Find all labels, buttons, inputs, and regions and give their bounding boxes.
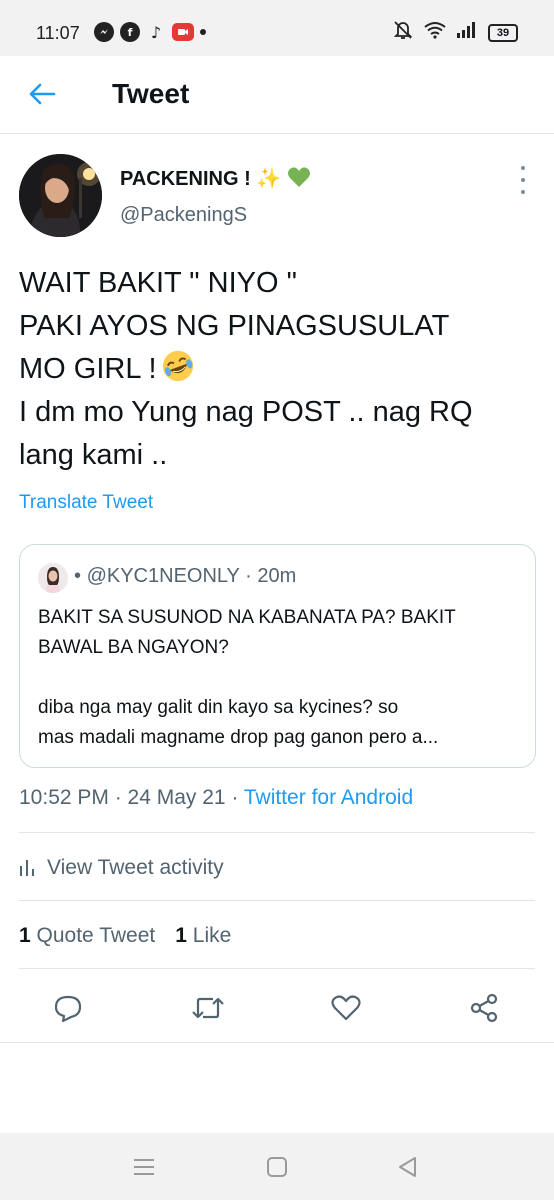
timestamp-text: 10:52 PM · 24 May 21 · bbox=[19, 786, 244, 809]
meta-separator: · bbox=[245, 565, 252, 587]
likes-stat[interactable]: 1 Like bbox=[175, 924, 231, 948]
home-square-icon bbox=[267, 1157, 287, 1177]
screen-recorder-icon bbox=[172, 23, 194, 41]
quoted-handle: @KYC1NEONLY bbox=[86, 565, 240, 587]
reply-icon bbox=[54, 995, 82, 1023]
like-icon bbox=[331, 995, 361, 1021]
facebook-icon: f bbox=[120, 22, 140, 42]
quote-count: 1 bbox=[19, 924, 31, 947]
source-link[interactable]: Twitter for Android bbox=[244, 786, 413, 809]
status-bar: 11:07 f ♪ 39 bbox=[0, 0, 554, 56]
page-title: Tweet bbox=[112, 78, 190, 109]
back-arrow-icon bbox=[29, 83, 56, 105]
tweet-line-with-emoji: MO GIRL ! bbox=[19, 348, 539, 391]
mute-icon bbox=[392, 20, 414, 45]
divider bbox=[19, 900, 535, 901]
like-button[interactable] bbox=[324, 986, 368, 1030]
quoted-line: diba nga may galit din kayo sa kycines? … bbox=[38, 697, 399, 718]
system-navigation-bar bbox=[0, 1133, 554, 1200]
notification-dot-icon bbox=[200, 29, 206, 35]
more-options-button[interactable] bbox=[510, 166, 536, 194]
tweet-stats: 1 Quote Tweet 1 Like bbox=[19, 924, 231, 948]
status-time: 11:07 bbox=[36, 23, 80, 43]
dot-icon bbox=[521, 166, 525, 170]
author-avatar[interactable] bbox=[19, 154, 102, 237]
sparkles-icon: ✨ bbox=[256, 168, 282, 190]
tweet-timestamp: 10:52 PM · 24 May 21 · Twitter for Andro… bbox=[19, 786, 413, 810]
divider bbox=[19, 968, 535, 969]
quoted-tweet-meta: • @KYC1NEONLY · 20m bbox=[74, 565, 296, 588]
tweet-text: WAIT BAKIT " NIYO " PAKI AYOS NG PINAGSU… bbox=[19, 262, 539, 477]
author-name[interactable]: PACKENING ! ✨ bbox=[120, 166, 311, 191]
dot-icon bbox=[521, 178, 525, 182]
tweet-line: I dm mo Yung nag POST .. nag RQ bbox=[19, 396, 473, 428]
tiktok-icon: ♪ bbox=[150, 22, 162, 42]
translate-tweet-link[interactable]: Translate Tweet bbox=[19, 492, 153, 514]
view-tweet-activity-label: View Tweet activity bbox=[47, 856, 224, 879]
app-header: Tweet bbox=[0, 56, 554, 134]
like-label: Like bbox=[192, 924, 232, 947]
divider bbox=[19, 832, 535, 833]
tweet-line: PAKI AYOS NG PINAGSUSULAT bbox=[19, 310, 450, 342]
like-count: 1 bbox=[175, 924, 187, 947]
share-icon bbox=[470, 993, 498, 1023]
quoted-line: BAWAL BA NGAYON? bbox=[38, 637, 229, 658]
menu-icon bbox=[134, 1159, 154, 1175]
status-app-icons: f ♪ bbox=[94, 22, 206, 42]
quote-label: Quote Tweet bbox=[36, 924, 156, 947]
back-button[interactable] bbox=[18, 72, 66, 116]
analytics-icon bbox=[20, 860, 34, 876]
author-handle[interactable]: @PackeningS bbox=[120, 204, 247, 227]
signal-icon bbox=[456, 21, 478, 44]
home-button[interactable] bbox=[257, 1151, 297, 1183]
battery-indicator: 39 bbox=[488, 23, 518, 42]
author-name-text: PACKENING ! bbox=[120, 168, 251, 190]
quoted-tweet-card[interactable]: • @KYC1NEONLY · 20m BAKIT SA SUSUNOD NA … bbox=[19, 544, 536, 768]
recent-apps-button[interactable] bbox=[124, 1151, 164, 1183]
tweet-line-text: MO GIRL ! bbox=[19, 353, 157, 385]
quoted-tweet-body: BAKIT SA SUSUNOD NA KABANATA PA? BAKIT B… bbox=[38, 603, 523, 753]
share-button[interactable] bbox=[462, 986, 506, 1030]
divider bbox=[0, 1042, 554, 1043]
tweet-line: WAIT BAKIT " NIYO " bbox=[19, 267, 297, 299]
system-back-button[interactable] bbox=[388, 1151, 428, 1183]
status-indicators: 39 bbox=[392, 20, 518, 45]
tweet-action-bar bbox=[0, 982, 554, 1032]
green-heart-icon bbox=[281, 167, 311, 190]
tweet-line: lang kami .. bbox=[19, 439, 168, 471]
wifi-icon bbox=[424, 21, 446, 44]
back-triangle-icon bbox=[399, 1157, 416, 1177]
messenger-icon bbox=[94, 22, 114, 42]
rolling-laughing-emoji-icon bbox=[162, 350, 193, 382]
quoted-author-avatar bbox=[38, 563, 68, 593]
retweet-button[interactable] bbox=[186, 986, 230, 1030]
quoted-line: BAKIT SA SUSUNOD NA KABANATA PA? BAKIT bbox=[38, 607, 456, 628]
view-tweet-activity-button[interactable]: View Tweet activity bbox=[19, 852, 224, 884]
quoted-age: 20m bbox=[257, 565, 297, 587]
quoted-line: mas madali magname drop pag ganon pero a… bbox=[38, 727, 439, 748]
dot-icon bbox=[521, 190, 525, 194]
quote-tweets-stat[interactable]: 1 Quote Tweet bbox=[19, 924, 155, 948]
dot-separator: • bbox=[74, 565, 82, 587]
reply-button[interactable] bbox=[46, 986, 90, 1030]
retweet-icon bbox=[192, 997, 224, 1019]
